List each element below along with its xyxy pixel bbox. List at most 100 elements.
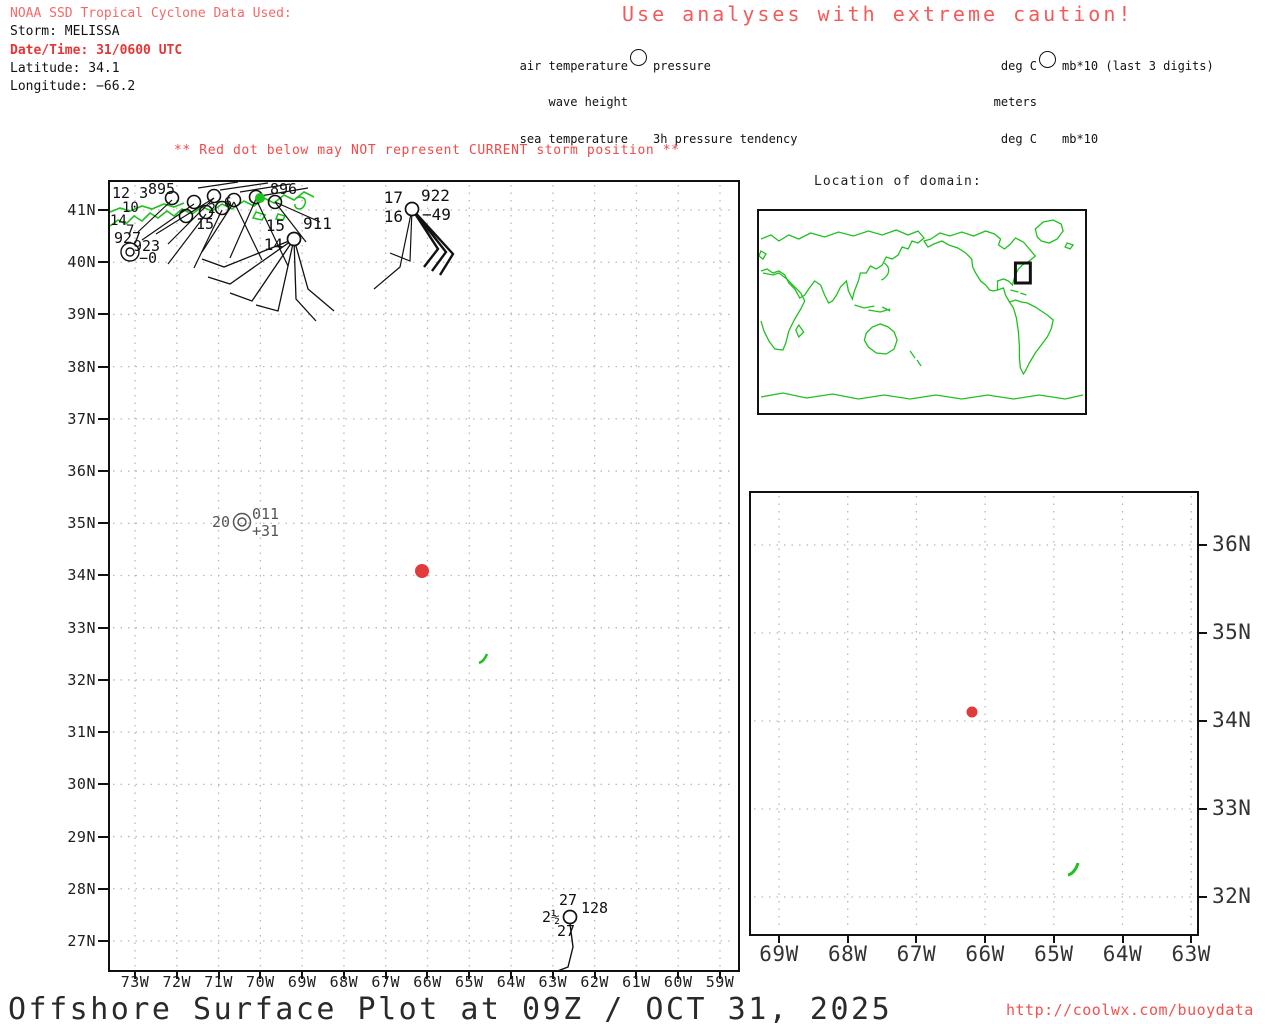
inset-x-tick-label: 68W <box>814 942 882 966</box>
main-y-tick-label: 37N <box>54 410 96 428</box>
inset-y-tick <box>1197 544 1207 546</box>
cluster-label: 2 <box>208 202 216 217</box>
units-circle-icon <box>1039 51 1056 68</box>
storm-position-dot-inset <box>967 707 978 718</box>
inset-x-tick <box>915 934 917 943</box>
main-x-tick <box>385 970 387 979</box>
station-value: 17 <box>384 188 403 207</box>
inset-x-tick-label: 64W <box>1089 942 1157 966</box>
main-y-tick <box>98 522 108 524</box>
inset-x-tick <box>1053 934 1055 943</box>
main-x-tick <box>677 970 679 979</box>
plot-title: Offshore Surface Plot at 09Z / OCT 31, 2… <box>8 992 892 1024</box>
bermuda-coastline <box>479 654 487 663</box>
station-value: 16 <box>384 207 403 226</box>
inset-y-tick-label: 33N <box>1212 796 1280 820</box>
main-y-tick <box>98 366 108 368</box>
main-y-tick <box>98 313 108 315</box>
station-value: +31 <box>252 522 279 540</box>
main-y-tick-label: 34N <box>54 566 96 584</box>
main-x-tick <box>426 970 428 979</box>
main-x-tick <box>552 970 554 979</box>
world-map <box>757 209 1087 415</box>
world-coastlines <box>759 220 1083 399</box>
main-y-tick-label: 33N <box>54 619 96 637</box>
longitude-line: Longitude: −66.2 <box>10 78 292 96</box>
main-y-tick <box>98 261 108 263</box>
units-legend-left: deg C meters deg C <box>900 35 1037 170</box>
main-x-tick <box>343 970 345 979</box>
storm-position-dot <box>415 564 429 578</box>
inset-x-tick <box>847 934 849 943</box>
main-x-tick <box>134 970 136 979</box>
units-legend-right: mb*10 (last 3 digits) mb*10 <box>1062 35 1214 170</box>
cluster-label: −0 <box>139 249 157 267</box>
main-x-tick <box>468 970 470 979</box>
station-15-911: 1591114 <box>202 214 334 321</box>
station-model-circle-icon <box>630 49 647 66</box>
inset-x-tick-label: 69W <box>745 942 813 966</box>
station-27-128: 272½12827 <box>542 891 608 970</box>
cluster-label: 15 <box>196 215 214 233</box>
station-value: 911 <box>303 214 332 233</box>
inset-y-tick <box>1197 896 1207 898</box>
main-x-tick <box>719 970 721 979</box>
station-value: 27 <box>557 922 575 940</box>
main-x-tick <box>259 970 261 979</box>
inset-map-canvas <box>751 493 1197 934</box>
bermuda-coastline-inset <box>1068 863 1078 875</box>
main-y-tick <box>98 627 108 629</box>
wind-barb <box>230 239 294 301</box>
main-x-tick <box>176 970 178 979</box>
cluster-station-circle <box>208 190 221 203</box>
inset-x-tick-label: 63W <box>1157 942 1225 966</box>
station-value: 20 <box>212 513 230 531</box>
buoydata-link[interactable]: http://coolwx.com/buoydata <box>1006 1001 1254 1019</box>
main-y-tick <box>98 836 108 838</box>
main-x-tick <box>510 970 512 979</box>
legend-degc-bottom: deg C <box>900 133 1037 145</box>
station-circle <box>288 233 301 246</box>
inset-y-tick <box>1197 632 1207 634</box>
inset-y-tick-label: 34N <box>1212 708 1280 732</box>
cluster-wind-barb <box>198 182 238 188</box>
cluster-wind-barb <box>234 202 262 260</box>
wind-barb <box>294 239 334 311</box>
main-y-tick <box>98 418 108 420</box>
domain-map-title: Location of domain: <box>814 174 982 189</box>
main-y-tick-label: 40N <box>54 253 96 271</box>
calm-station-circle <box>234 514 251 531</box>
inset-x-tick-label: 67W <box>882 942 950 966</box>
main-y-tick-label: 38N <box>54 358 96 376</box>
cluster-station-circle <box>188 196 201 209</box>
inset-x-tick <box>778 934 780 943</box>
legend-wave-height: wave height <box>440 96 628 108</box>
inset-x-tick <box>1190 934 1192 943</box>
station-value: 27 <box>559 891 577 909</box>
main-map-plot: 12 389589610147927923−015261591114179221… <box>108 180 740 972</box>
main-y-tick-label: 28N <box>54 880 96 898</box>
inset-y-tick-label: 35N <box>1212 620 1280 644</box>
world-map-canvas <box>759 211 1085 413</box>
main-y-tick-label: 35N <box>54 514 96 532</box>
green-station-dot <box>255 193 265 203</box>
noaa-source-line: NOAA SSD Tropical Cyclone Data Used: <box>10 5 292 23</box>
main-x-tick <box>301 970 303 979</box>
station-value: 15 <box>266 216 285 235</box>
station-value: 128 <box>581 899 608 917</box>
cluster-label: 6 <box>224 196 232 211</box>
main-y-tick-label: 27N <box>54 932 96 950</box>
main-y-tick <box>98 679 108 681</box>
main-y-tick <box>98 783 108 785</box>
main-y-tick-label: 32N <box>54 671 96 689</box>
main-y-tick-label: 30N <box>54 775 96 793</box>
main-map-canvas: 12 389589610147927923−015261591114179221… <box>110 182 738 970</box>
offshore-surface-plot-page: NOAA SSD Tropical Cyclone Data Used: Sto… <box>0 0 1280 1024</box>
cluster-label: 896 <box>270 182 297 198</box>
legend-mb10: mb*10 <box>1062 133 1214 145</box>
main-y-tick-label: 29N <box>54 828 96 846</box>
main-y-tick <box>98 574 108 576</box>
inset-map-plot <box>749 491 1199 936</box>
main-y-tick-label: 31N <box>54 723 96 741</box>
latitude-line: Latitude: 34.1 <box>10 60 292 78</box>
